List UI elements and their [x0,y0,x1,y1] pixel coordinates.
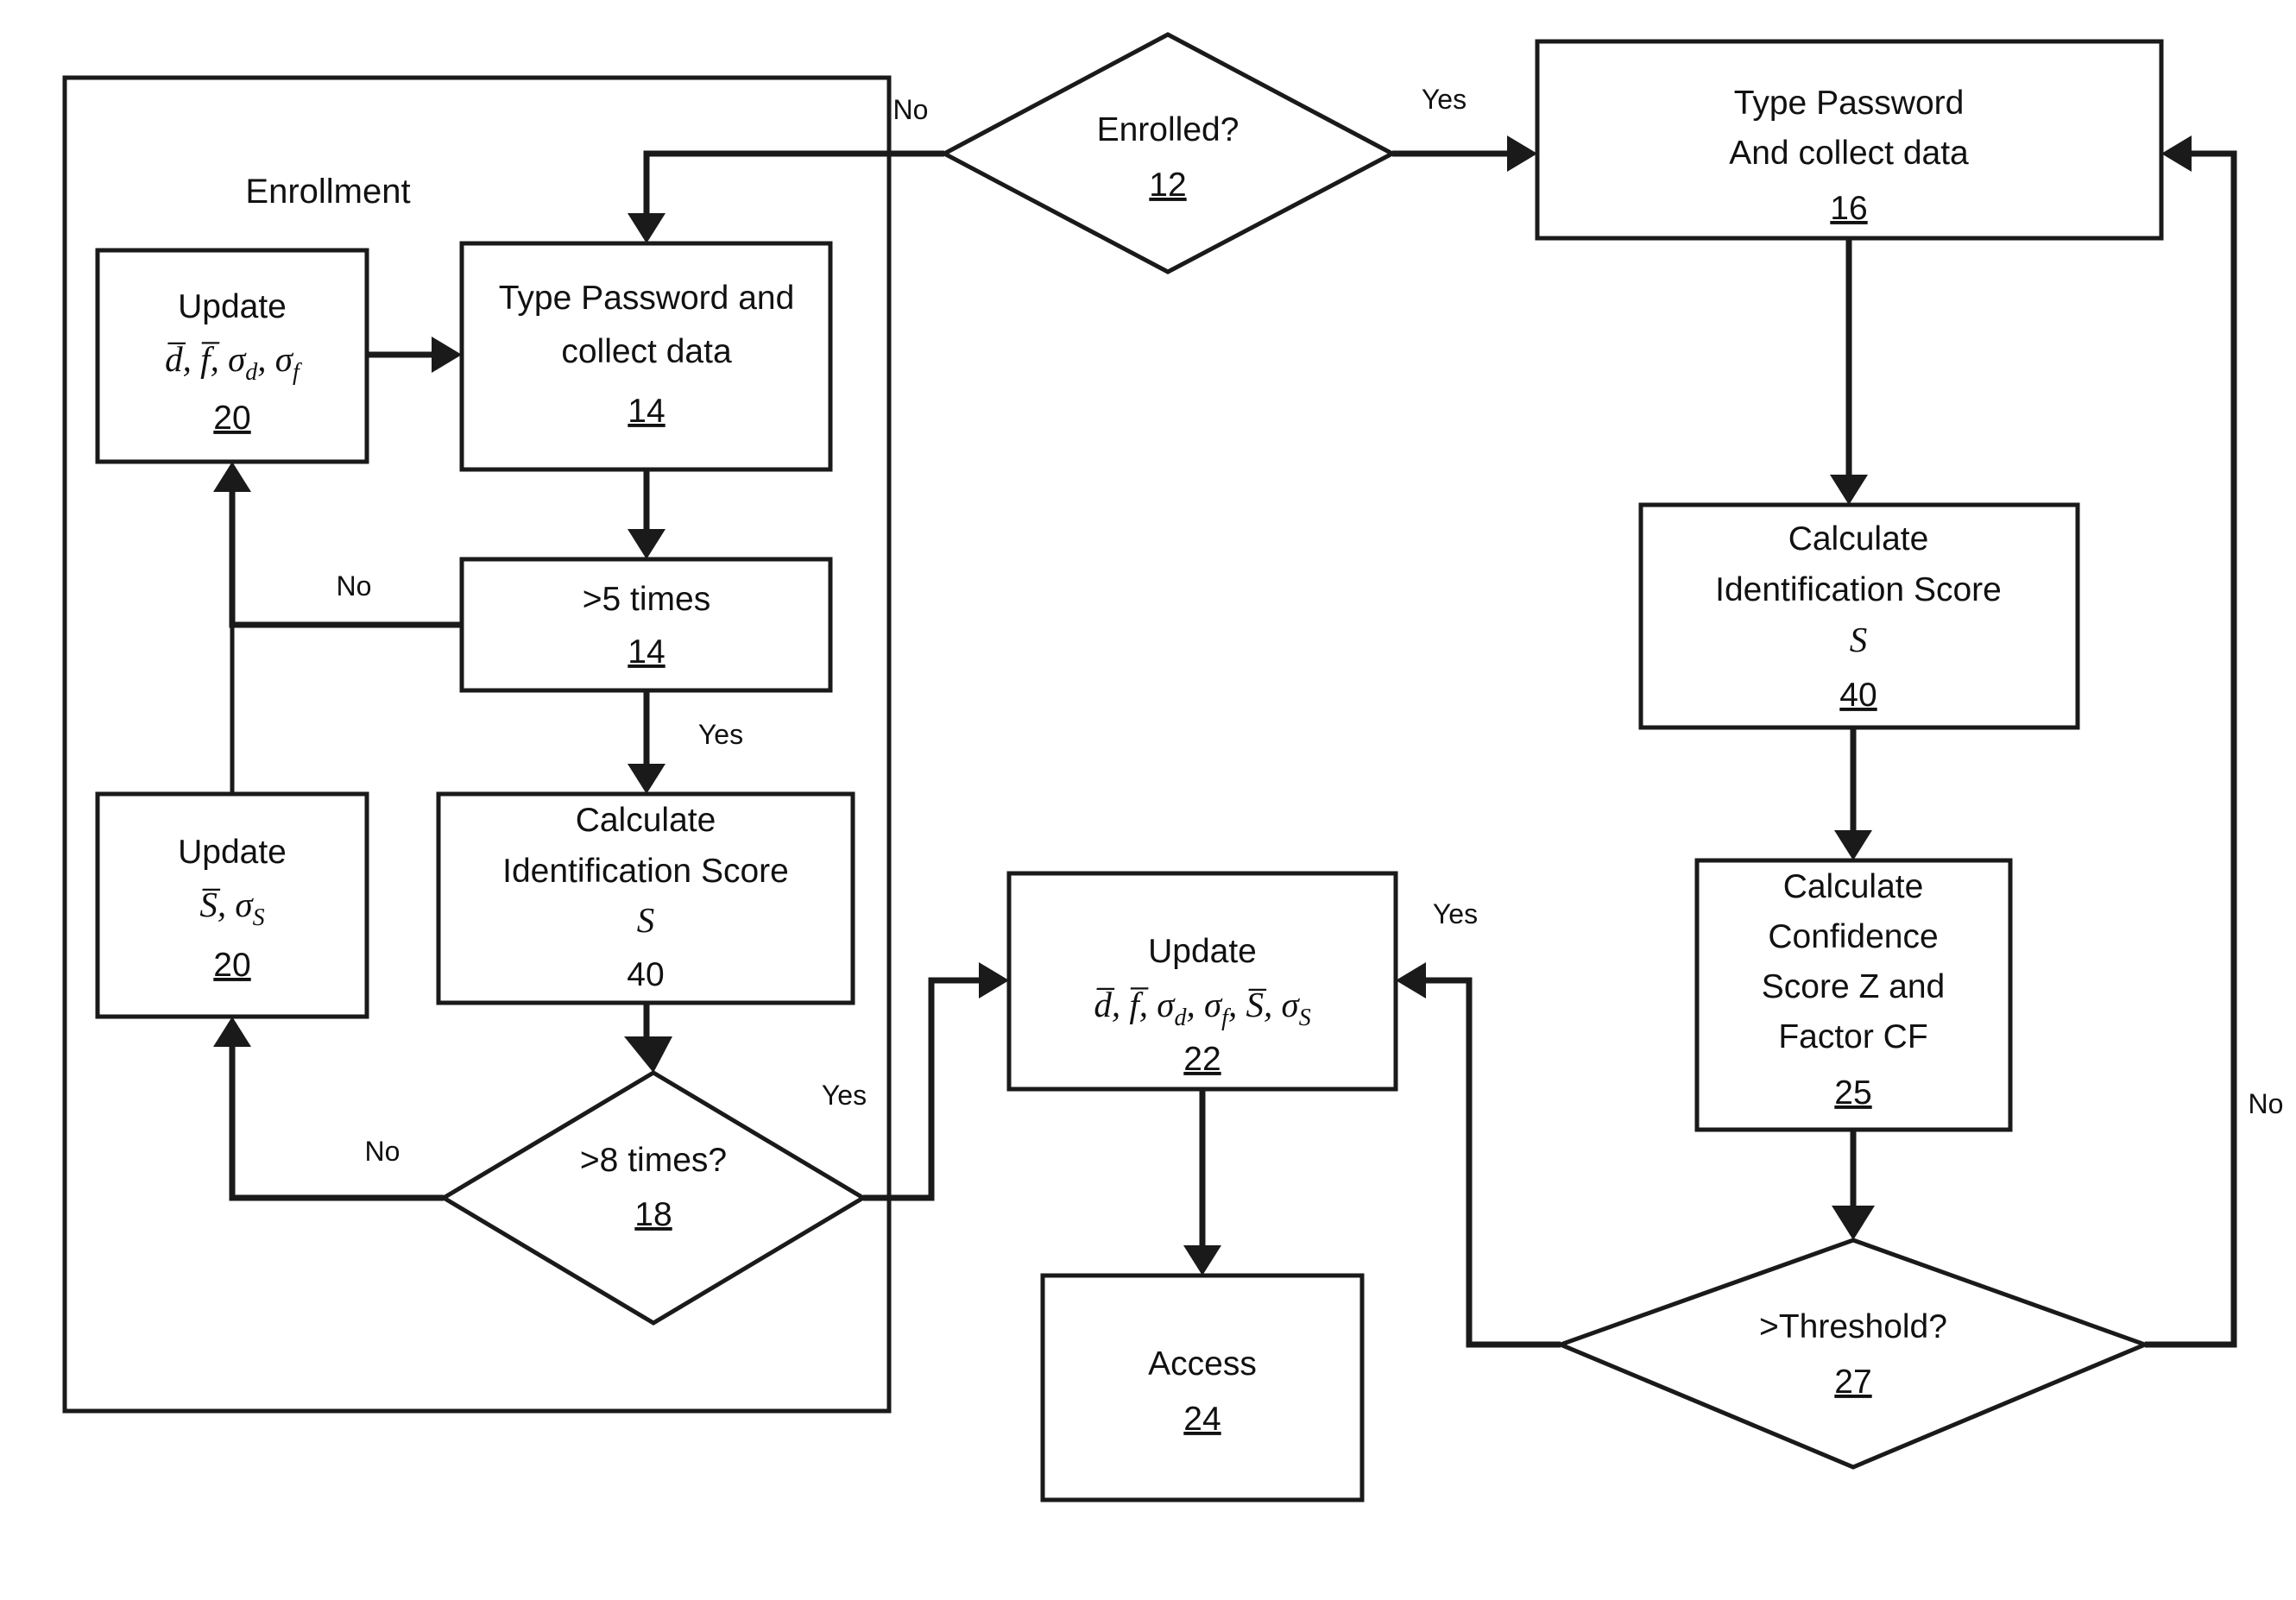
node-type16-line-0: Type Password [1734,85,1965,122]
node-type16-ref: 16 [1830,190,1867,227]
edge-update20b-to-update20a-arrowhead [216,462,249,490]
node-calc25-line-0: Calculate [1783,868,1924,905]
node-update22-math: d̅, f̅, σd, σf, S̅, σS [1094,985,1310,1031]
node-gt5-line-0: >5 times [583,581,710,618]
edge-calc40b-to-calc25-arrowhead [1834,830,1872,860]
node-threshold27-ref: 27 [1834,1364,1871,1401]
node-update-20b-line-0: Update [178,834,287,871]
edge-type14-to-gt5-arrowhead [628,529,665,559]
node-update22-line-0: Update [1148,933,1257,970]
node-threshold27-line-0: >Threshold? [1759,1308,1947,1345]
node-enrolled12-diamond[interactable] [939,32,1397,274]
node-gt8-ref: 18 [634,1196,672,1233]
edge-type16-to-calc40b-arrowhead [1830,475,1868,505]
node-calc40a-line-1: Identification Score [502,853,789,890]
edge-label-threshold-no: No [2249,1088,2284,1119]
node-calc40a-line-0: Calculate [576,802,716,839]
node-enrolled12-ref: 12 [1149,167,1186,204]
node-update-20a-line-0: Update [178,288,287,325]
node-update-20b-ref: 20 [213,947,250,984]
node-access24-line-0: Access [1148,1345,1257,1383]
edge-enrolled-no-arrowhead [628,213,665,243]
node-enrolled12-line-0: Enrolled? [1097,111,1239,148]
edge-threshold-yes-arrowhead [1396,962,1426,998]
node-access24-box[interactable] [1040,1273,1365,1502]
node-calc40a-math: S [637,900,655,940]
edge-update20a-to-type14-arrowhead [432,337,462,373]
edge-gt5-yes-arrowhead [628,764,665,794]
edge-label-gt5-yes: Yes [698,719,743,750]
edge-threshold-no [2145,150,2237,1348]
node-gt5-ref: 14 [628,633,665,671]
edge-update22-to-access24-arrowhead [1183,1245,1221,1276]
node-update-20a-ref: 20 [213,400,250,437]
node-update22-ref: 22 [1183,1041,1221,1078]
edge-label-gt5-no: No [337,570,372,602]
node-type16-line-1: And collect data [1729,135,1969,172]
edge-enrolled-no [643,150,944,229]
node-type14-line-0: Type Password and [499,280,795,317]
node-calc40b-math: S [1850,620,1868,659]
node-update-20a-math: d̅, f̅, σd, σf [165,339,302,386]
edge-threshold-no-arrowhead [2161,135,2192,172]
edge-gt8-no [229,1031,444,1201]
edge-threshold-yes [1410,977,1561,1348]
edge-gt8-yes-arrowhead [979,962,1009,998]
edge-calc40a-to-gt8-arrowhead [624,1036,672,1073]
edge-label-enrolled-yes: Yes [1422,84,1467,115]
node-threshold27-diamond[interactable] [1555,1238,2151,1470]
node-gt8-line-0: >8 times? [580,1142,727,1179]
node-calc25-ref: 25 [1834,1074,1871,1112]
node-type14-line-1: collect data [561,333,732,370]
flowchart-diagram: Enrollment Update d̅, f̅, σd, σf 20 Type… [0,0,2296,1600]
node-calc25-line-3: Factor CF [1778,1018,1927,1055]
node-calc40b-ref: 40 [1839,677,1877,714]
node-access24-ref: 24 [1183,1401,1221,1438]
node-gt5-box[interactable] [459,557,833,693]
edge-label-enrolled-no: No [893,94,929,125]
node-calc25-line-1: Confidence [1768,918,1938,955]
edge-gt5-no [229,476,462,628]
node-type14-ref: 14 [628,393,665,430]
enrollment-group-label: Enrollment [245,173,410,211]
edge-enrolled-yes-arrowhead [1507,135,1537,172]
flowchart-canvas: Enrollment Update d̅, f̅, σd, σf 20 Type… [62,32,2284,1502]
edge-label-threshold-yes: Yes [1433,898,1478,929]
edge-gt8-no-arrowhead [213,1017,251,1047]
edge-calc25-to-threshold-arrowhead [1832,1206,1875,1240]
node-calc40a-ref: 40 [627,956,664,993]
edge-label-gt8-no: No [365,1136,401,1167]
node-calc40b-line-1: Identification Score [1715,571,2002,608]
node-calc40b-line-0: Calculate [1788,520,1929,557]
node-calc25-line-2: Score Z and [1762,968,1945,1005]
edge-gt8-yes [863,977,994,1201]
edge-label-gt8-yes: Yes [822,1080,867,1111]
